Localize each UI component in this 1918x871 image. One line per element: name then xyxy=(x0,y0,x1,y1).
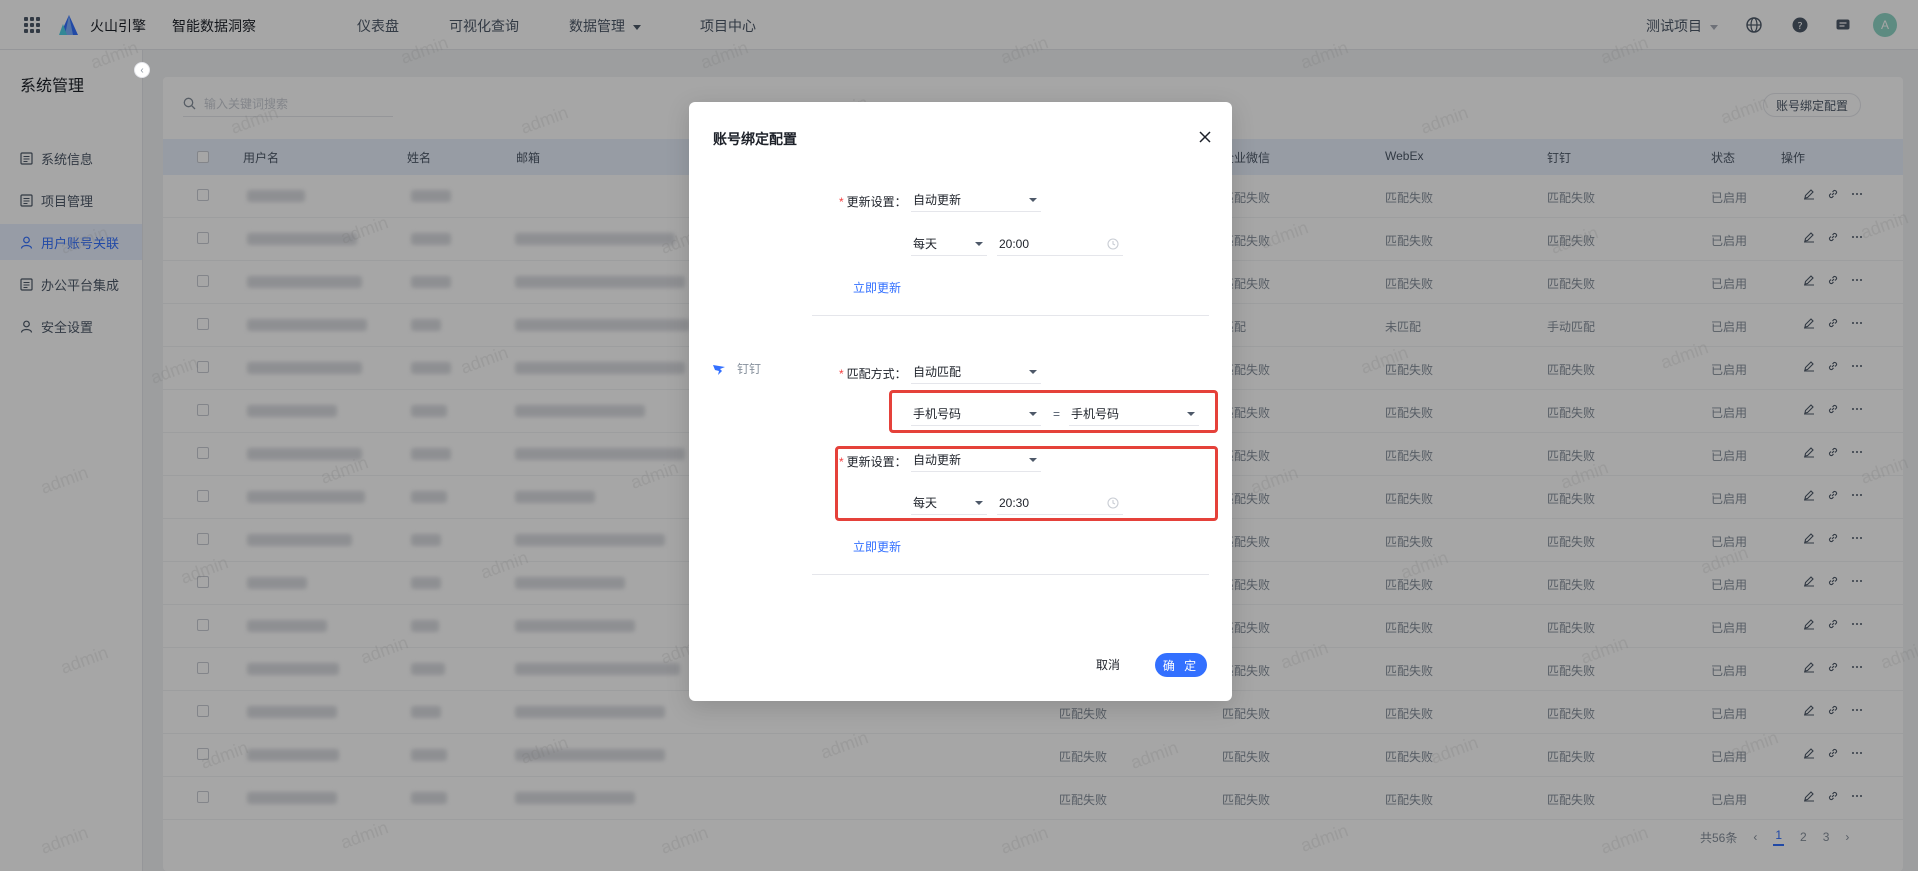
dingtalk-icon xyxy=(713,364,725,375)
clock-icon xyxy=(1107,238,1119,250)
cancel-button[interactable]: 取消 xyxy=(1096,656,1120,673)
update-now-link[interactable]: 立即更新 xyxy=(853,538,901,555)
confirm-button[interactable]: 确 定 xyxy=(1155,653,1207,677)
update-settings-label: * 更新设置： xyxy=(839,195,907,209)
update-mode-select[interactable]: 自动更新 xyxy=(911,448,1041,472)
equals-sign: = xyxy=(1053,407,1061,421)
clock-icon xyxy=(1107,497,1119,509)
section-divider xyxy=(812,574,1209,575)
section-divider xyxy=(812,315,1209,316)
update-time-input[interactable]: 20:30 xyxy=(997,491,1123,515)
dingtalk-label: 钉钉 xyxy=(737,362,762,376)
dingtalk-platform: 钉钉 xyxy=(711,360,761,377)
update-mode-select[interactable]: 自动更新 xyxy=(911,188,1041,212)
match-method-select[interactable]: 自动匹配 xyxy=(911,360,1041,384)
update-settings-label: * 更新设置： xyxy=(839,455,907,469)
close-icon[interactable] xyxy=(1198,130,1212,144)
update-now-link[interactable]: 立即更新 xyxy=(853,279,901,296)
match-left-field-select[interactable]: 手机号码 xyxy=(911,402,1041,426)
collapse-sidebar-button[interactable]: ‹ xyxy=(134,62,150,78)
dialog-title: 账号绑定配置 xyxy=(713,131,797,147)
match-right-field-select[interactable]: 手机号码 xyxy=(1069,402,1199,426)
update-time-input[interactable]: 20:00 xyxy=(997,232,1123,256)
frequency-select[interactable]: 每天 xyxy=(911,491,987,515)
frequency-select[interactable]: 每天 xyxy=(911,232,987,256)
match-method-label: * 匹配方式： xyxy=(839,367,907,381)
account-binding-config-dialog: 账号绑定配置 * 更新设置： 自动更新 每天 20:00 立即更新 钉钉 * 匹配方… xyxy=(689,102,1232,701)
